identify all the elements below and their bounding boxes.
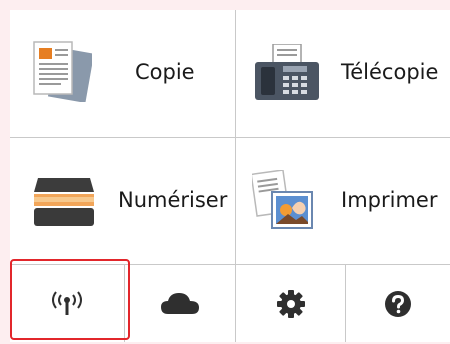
copy-tile[interactable]: Copie (10, 10, 235, 137)
help-question-icon (385, 291, 411, 317)
print-photo-icon (252, 170, 313, 229)
print-tile[interactable]: Imprimer (236, 138, 450, 264)
print-tile-label: Imprimer (341, 188, 438, 212)
scanner-icon (34, 178, 94, 226)
settings-button[interactable] (236, 264, 345, 344)
copy-tile-label: Copie (135, 60, 195, 84)
cloud-icon (161, 293, 199, 314)
fax-tile[interactable]: Télécopie (236, 10, 450, 137)
wireless-lan-button[interactable] (10, 264, 124, 344)
wireless-lan-icon (52, 291, 82, 315)
scan-tile[interactable]: Numériser (10, 138, 235, 264)
fax-tile-label: Télécopie (341, 60, 439, 84)
scan-tile-label: Numériser (118, 188, 228, 212)
help-button[interactable] (346, 264, 450, 344)
fax-machine-icon (255, 44, 319, 100)
copy-document-icon (33, 41, 92, 102)
printer-home-screen: Copie Télécopie Numériser Imprimer (0, 0, 450, 342)
settings-gear-icon (276, 290, 305, 318)
home-panel: Copie Télécopie Numériser Imprimer (10, 10, 450, 342)
cloud-button[interactable] (125, 264, 235, 344)
